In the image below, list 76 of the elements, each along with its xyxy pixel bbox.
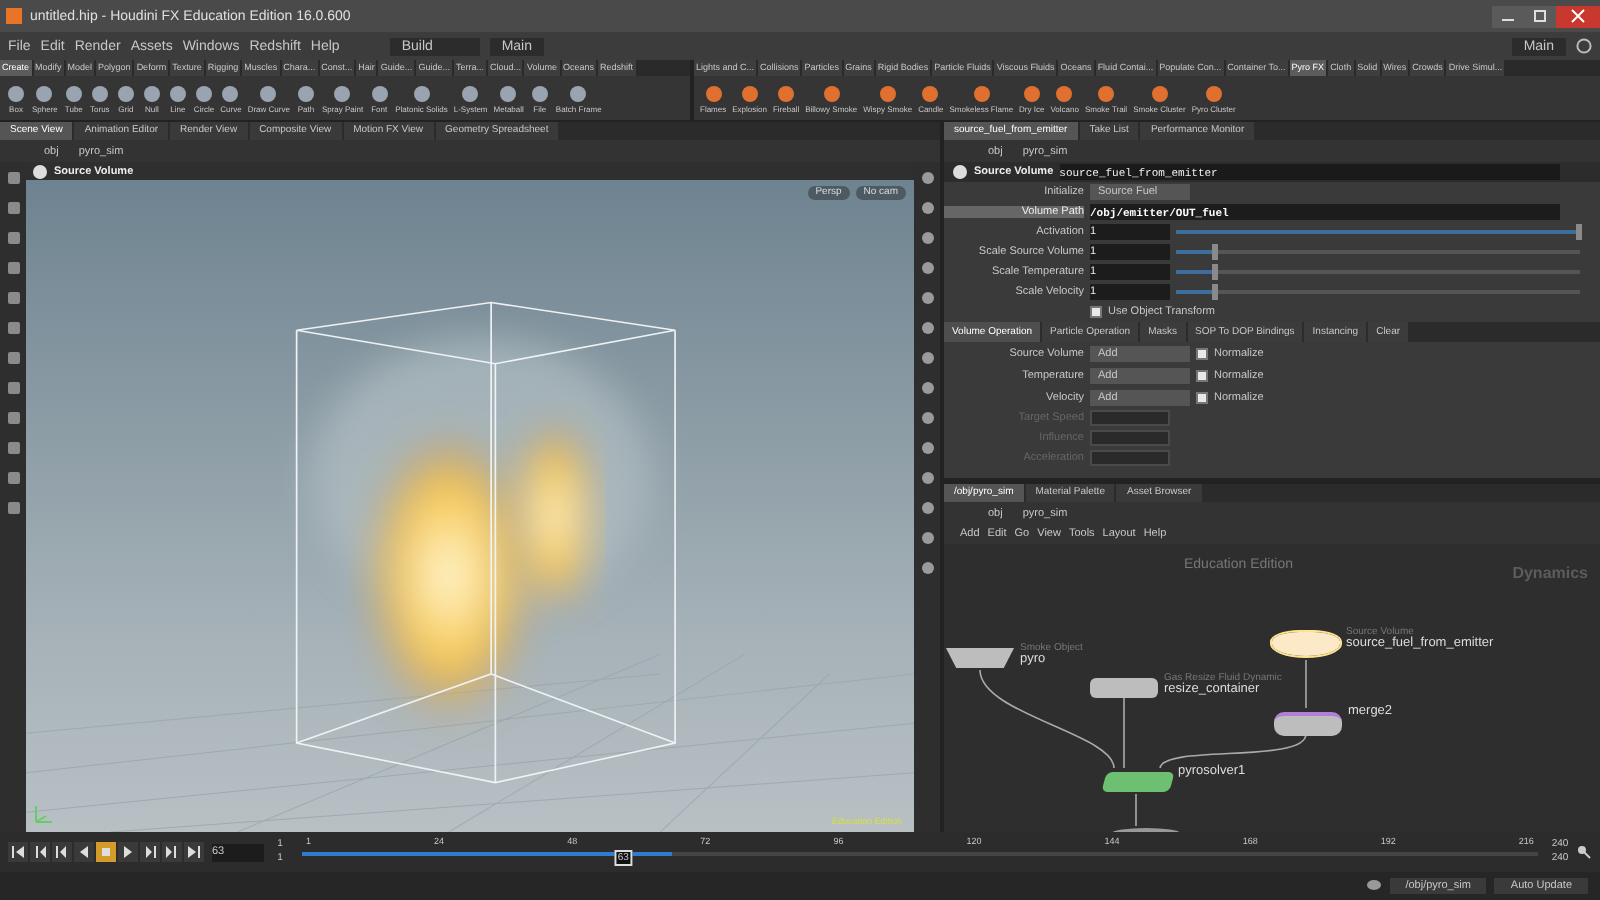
disabled-field bbox=[1090, 430, 1170, 446]
playback-button[interactable] bbox=[184, 842, 204, 862]
tool-icon bbox=[141, 83, 162, 103]
sphere-icon bbox=[952, 164, 968, 180]
tool-icon bbox=[776, 83, 797, 103]
network-node[interactable] bbox=[1101, 772, 1175, 792]
tool-icon bbox=[332, 83, 353, 103]
tool-icon bbox=[920, 83, 941, 103]
close-icon bbox=[1570, 8, 1586, 24]
playback-button[interactable] bbox=[140, 842, 160, 862]
tool-icon bbox=[460, 83, 481, 103]
tool-icon bbox=[34, 83, 55, 103]
tool-icon bbox=[1203, 83, 1224, 103]
speech-bubble-icon bbox=[1365, 878, 1382, 894]
tool-icon bbox=[194, 83, 215, 103]
playback-icon bbox=[142, 844, 158, 860]
slider-handle[interactable] bbox=[1212, 244, 1219, 260]
sphere-icon bbox=[32, 163, 48, 179]
tool-icon bbox=[1021, 83, 1042, 103]
axis-gnomon-icon bbox=[32, 802, 56, 826]
help-icon[interactable] bbox=[1576, 38, 1592, 54]
connector-line bbox=[979, 669, 1115, 769]
tool-icon bbox=[167, 83, 188, 103]
tool-icon bbox=[6, 83, 26, 103]
tool-icon bbox=[568, 83, 589, 103]
minimize-button[interactable] bbox=[1492, 5, 1524, 27]
disabled-field bbox=[1090, 450, 1170, 466]
connector-line bbox=[1123, 697, 1125, 769]
tool-icon bbox=[877, 83, 898, 103]
tool-icon bbox=[220, 83, 241, 103]
slider-handle[interactable] bbox=[1212, 284, 1219, 300]
connector-line bbox=[1135, 793, 1137, 827]
tool-icon bbox=[115, 83, 136, 103]
tool-icon bbox=[529, 83, 550, 103]
tool-icon bbox=[821, 83, 842, 103]
slider-handle[interactable] bbox=[1212, 264, 1219, 280]
disabled-field bbox=[1090, 410, 1170, 426]
playback-icon bbox=[10, 844, 26, 860]
tool-icon bbox=[498, 83, 519, 103]
tool-icon bbox=[1096, 83, 1117, 103]
playback-button[interactable] bbox=[8, 842, 28, 862]
tool-icon bbox=[1054, 83, 1075, 103]
tool-icon bbox=[369, 83, 390, 103]
checkbox[interactable] bbox=[1196, 391, 1208, 403]
app-logo-icon bbox=[6, 8, 22, 24]
playback-button[interactable] bbox=[52, 842, 72, 862]
tool-icon bbox=[63, 83, 84, 103]
playback-icon bbox=[32, 844, 48, 860]
maximize-icon bbox=[1532, 8, 1548, 24]
slider-handle[interactable] bbox=[1576, 224, 1582, 240]
tool-icon bbox=[971, 83, 992, 103]
tool-icon bbox=[258, 83, 279, 103]
connector-line bbox=[1305, 659, 1307, 709]
playback-icon bbox=[54, 844, 70, 860]
tool-icon bbox=[295, 83, 316, 103]
checkbox[interactable] bbox=[1090, 306, 1102, 318]
playback-button[interactable] bbox=[74, 842, 94, 862]
maximize-button[interactable] bbox=[1524, 5, 1556, 27]
tool-icon bbox=[411, 83, 432, 103]
playback-button[interactable] bbox=[30, 842, 50, 862]
timeline-track[interactable] bbox=[302, 852, 1538, 856]
tool-icon bbox=[1149, 83, 1170, 103]
close-button[interactable] bbox=[1556, 5, 1600, 27]
network-node[interactable] bbox=[1272, 632, 1340, 656]
tool-icon bbox=[89, 83, 110, 103]
tool-icon bbox=[739, 83, 760, 103]
tool-icon bbox=[703, 83, 724, 103]
playback-icon bbox=[186, 844, 202, 860]
playback-button[interactable] bbox=[162, 842, 182, 862]
checkbox[interactable] bbox=[1196, 369, 1208, 381]
network-node[interactable] bbox=[946, 648, 1014, 668]
playback-button[interactable] bbox=[118, 842, 138, 862]
playback-icon bbox=[164, 844, 180, 860]
network-node[interactable] bbox=[1090, 678, 1158, 698]
network-node[interactable] bbox=[1274, 712, 1342, 736]
checkbox[interactable] bbox=[1196, 347, 1208, 359]
